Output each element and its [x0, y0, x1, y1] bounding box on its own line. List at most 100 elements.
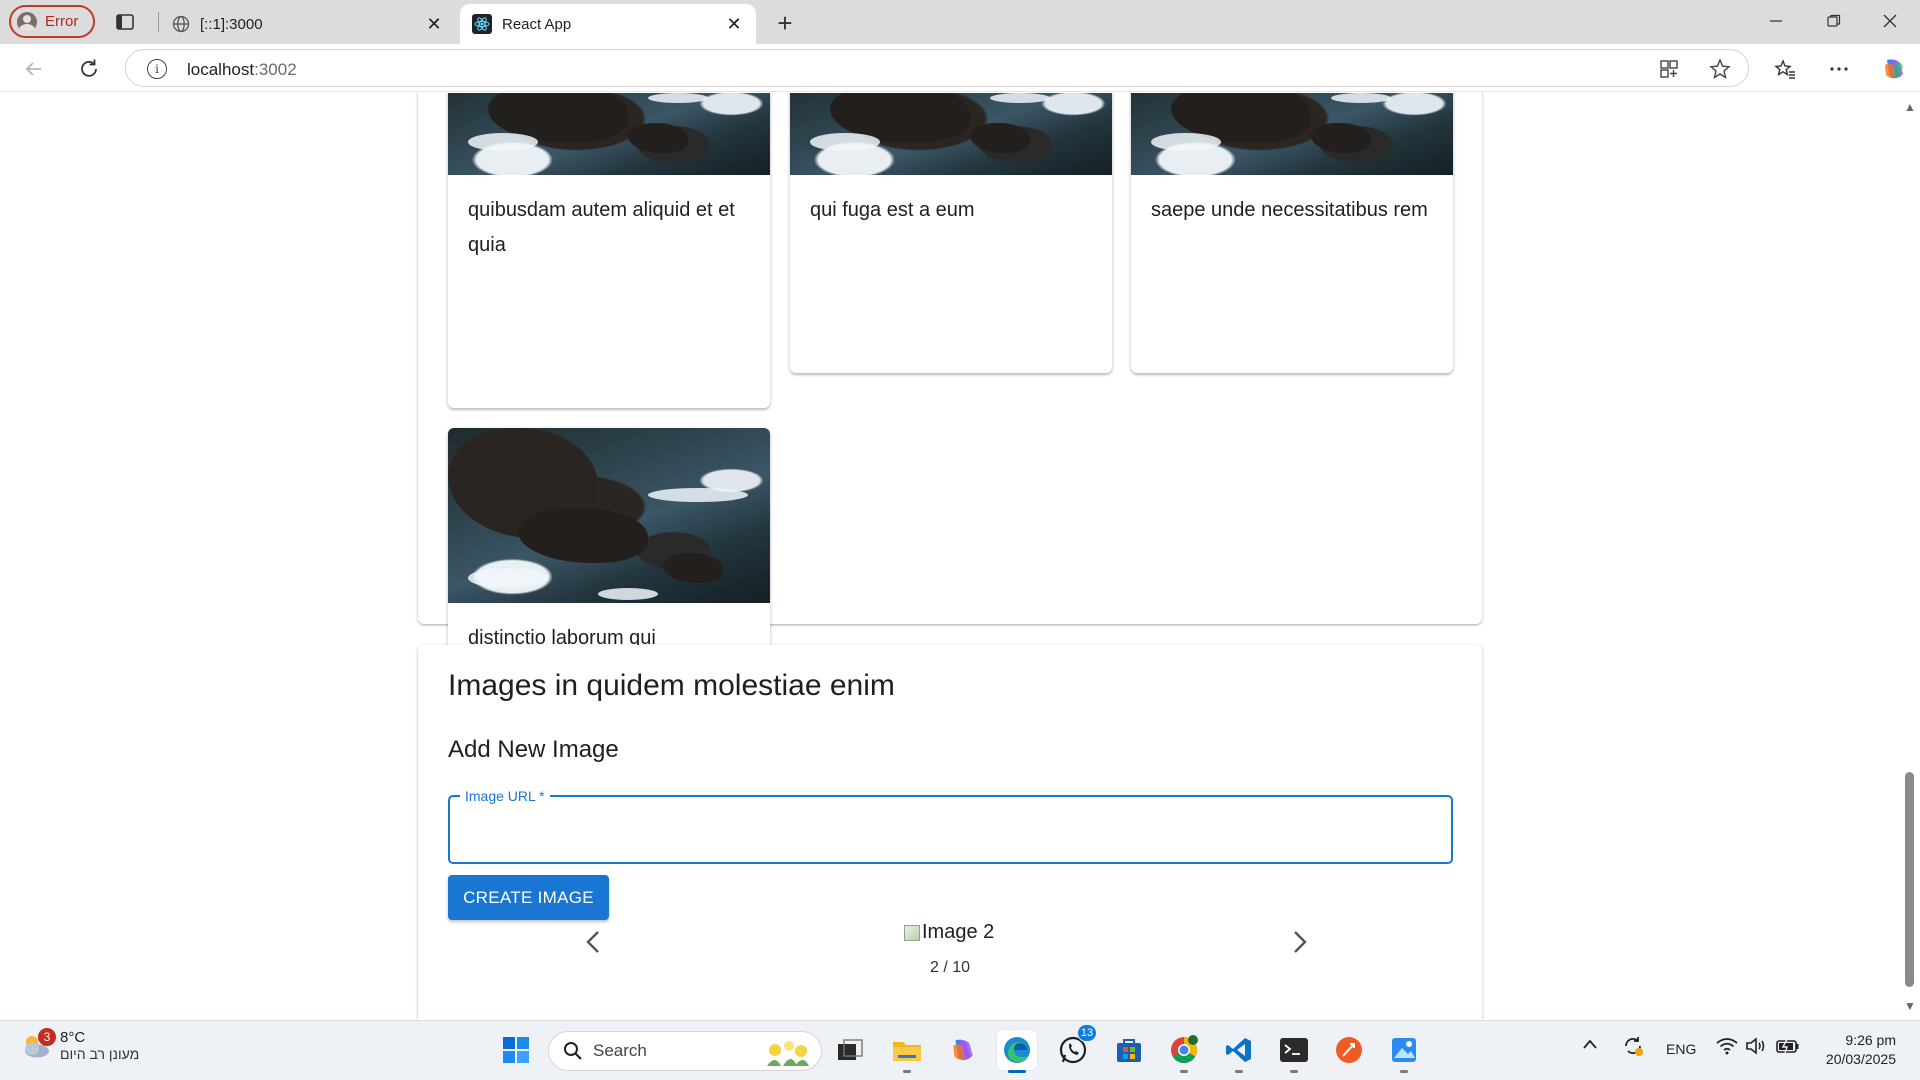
globe-icon — [172, 15, 190, 33]
scroll-up-icon[interactable]: ▲ — [1903, 100, 1917, 114]
app-available-icon[interactable] — [1658, 58, 1680, 80]
taskbar-clock[interactable]: 9:26 pm 20/03/2025 — [1826, 1031, 1896, 1069]
restore-button[interactable] — [1814, 6, 1854, 36]
card-caption: saepe unde necessitatibus rem — [1151, 199, 1428, 221]
tab-actions-button[interactable] — [112, 9, 138, 35]
carousel-prev-button[interactable] — [573, 922, 613, 962]
whatsapp-button[interactable]: 13 — [1053, 1024, 1097, 1070]
scroll-down-icon[interactable]: ▼ — [1903, 999, 1917, 1013]
copilot-app-icon — [953, 1039, 973, 1060]
photos-button[interactable] — [1384, 1030, 1424, 1073]
card-image — [790, 93, 1112, 175]
terminal-button[interactable] — [1274, 1030, 1314, 1073]
postman-icon — [1336, 1037, 1362, 1063]
carousel-image-alt: Image 2 — [922, 921, 995, 943]
clock-date: 20/03/2025 — [1825, 1051, 1896, 1067]
chevron-right-icon — [1294, 931, 1307, 953]
weather-widget[interactable]: 3 8°C מעונן רב היום — [20, 1027, 139, 1062]
address-bar[interactable]: i localhost:3002 — [125, 49, 1749, 87]
vscode-icon — [1226, 1038, 1251, 1062]
ellipsis-icon — [1830, 67, 1848, 71]
image-card[interactable]: saepe unde necessitatibus rem — [1131, 93, 1453, 373]
card-caption: qui fuga est a eum — [810, 199, 975, 221]
image-url-field[interactable]: Image URL * — [448, 788, 1453, 864]
browser-tab-strip: Error [::1]:3000 ✕ React App ✕ + — [0, 0, 1920, 44]
reload-icon — [81, 59, 97, 77]
chrome-button[interactable] — [1164, 1030, 1204, 1073]
search-placeholder: Search — [593, 1041, 647, 1060]
carousel-next-button[interactable] — [1280, 922, 1320, 962]
react-logo-icon — [472, 14, 492, 34]
back-arrow-icon — [25, 62, 41, 76]
tab-title: React App — [502, 15, 572, 33]
minimize-icon — [1770, 20, 1782, 22]
battery-button[interactable] — [1776, 1038, 1800, 1057]
address-url[interactable]: localhost:3002 — [187, 60, 297, 80]
tab-close-icon[interactable]: ✕ — [424, 14, 444, 34]
album-detail-container: Images in quidem molestiae enim Add New … — [418, 645, 1482, 1019]
minimize-button[interactable] — [1756, 6, 1796, 36]
carousel-counter: 2 / 10 — [930, 959, 971, 976]
sync-icon — [1625, 1037, 1643, 1056]
url-host: localhost — [187, 60, 255, 79]
copilot-button[interactable] — [1878, 53, 1910, 85]
profile-status-label: Error — [45, 13, 79, 30]
favorite-star-icon[interactable] — [1709, 58, 1731, 80]
image-url-input[interactable] — [464, 809, 1437, 845]
network-status-button[interactable] — [1716, 1037, 1738, 1058]
microsoft-store-button[interactable] — [1109, 1030, 1149, 1070]
new-tab-button[interactable]: + — [770, 8, 800, 38]
more-options-button[interactable] — [1823, 53, 1855, 85]
image-card[interactable]: qui fuga est a eum — [790, 93, 1112, 373]
volume-button[interactable] — [1745, 1037, 1767, 1058]
chevron-left-icon — [586, 931, 599, 953]
vscode-button[interactable] — [1219, 1030, 1259, 1073]
input-language[interactable]: ENG — [1666, 1041, 1696, 1057]
add-image-heading: Add New Image — [448, 736, 619, 763]
wifi-icon — [1716, 1038, 1738, 1055]
windows-logo-icon — [503, 1037, 529, 1063]
close-icon — [1883, 14, 1897, 28]
postman-button[interactable] — [1329, 1030, 1369, 1070]
tab-separator — [158, 12, 159, 32]
favorites-button[interactable] — [1769, 53, 1801, 85]
file-explorer-button[interactable] — [887, 1030, 927, 1073]
page-scrollbar[interactable]: ▲ ▼ — [1900, 93, 1920, 1019]
card-image — [448, 428, 770, 603]
edge-icon — [1004, 1037, 1030, 1063]
broken-image-icon — [904, 924, 920, 941]
card-image — [1131, 93, 1453, 175]
sync-status-button[interactable] — [1621, 1034, 1645, 1061]
tab-actions-icon — [116, 14, 134, 30]
plus-icon: + — [777, 7, 793, 38]
task-view-button[interactable] — [830, 1030, 870, 1070]
copilot-icon — [1885, 59, 1903, 79]
weather-cloud-icon: 3 — [20, 1027, 56, 1060]
image-card[interactable]: quibusdam autem aliquid et et quia — [448, 93, 770, 408]
tab-close-icon[interactable]: ✕ — [724, 14, 744, 34]
tab-localhost-3000[interactable]: [::1]:3000 ✕ — [160, 4, 456, 44]
weather-temp: 8°C — [60, 1029, 86, 1046]
carousel-image: Image 2 — [904, 921, 994, 944]
create-image-button[interactable]: CREATE IMAGE — [448, 875, 609, 920]
back-button[interactable] — [18, 53, 50, 85]
tab-react-app[interactable]: React App ✕ — [460, 4, 756, 44]
taskbar-search[interactable]: Search — [548, 1031, 822, 1071]
copilot-app-button[interactable] — [943, 1030, 983, 1070]
profile-button[interactable]: Error — [9, 5, 95, 38]
windows-taskbar: 3 8°C מעונן רב היום Search 13 ENG 9:26 p… — [0, 1020, 1920, 1080]
terminal-icon — [1280, 1038, 1308, 1062]
scrollbar-thumb[interactable] — [1905, 772, 1914, 987]
site-info-icon[interactable]: i — [147, 59, 167, 79]
page-viewport: quibusdam autem aliquid et et quia qui f… — [0, 93, 1900, 1019]
reload-button[interactable] — [73, 53, 105, 85]
folder-icon — [893, 1042, 921, 1061]
restore-icon — [1827, 14, 1841, 27]
start-button[interactable] — [496, 1030, 536, 1070]
clock-time: 9:26 pm — [1845, 1032, 1896, 1048]
edge-browser-button[interactable] — [997, 1030, 1037, 1073]
close-window-button[interactable] — [1870, 6, 1910, 36]
url-port: :3002 — [254, 60, 297, 79]
show-hidden-icons-button[interactable] — [1582, 1037, 1598, 1053]
search-highlight-flowers-icon — [767, 1041, 809, 1066]
